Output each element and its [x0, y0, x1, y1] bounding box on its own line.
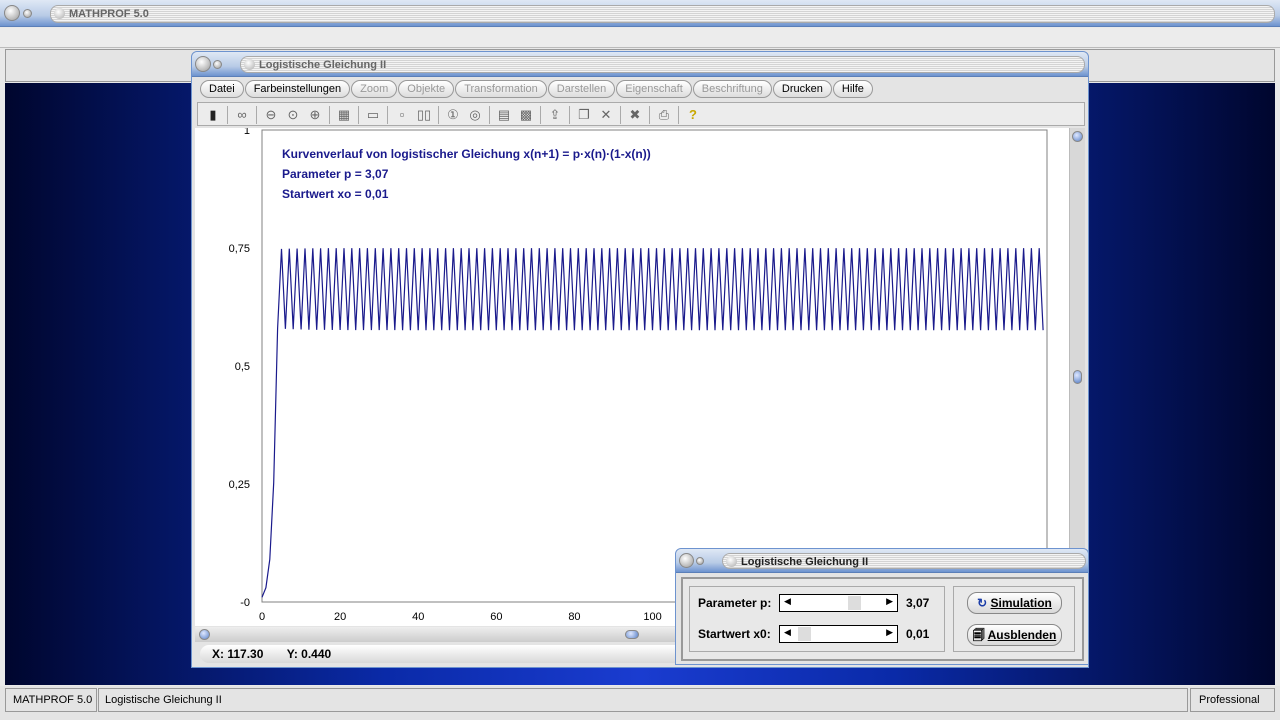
status-document: Logistische Gleichung II — [98, 688, 1188, 712]
copy-icon[interactable]: ❐ — [573, 105, 595, 125]
slider-thumb[interactable] — [848, 596, 861, 610]
y-tick-label: 1 — [244, 128, 250, 137]
annotation-title: Kurvenverlauf von logistischer Gleichung… — [282, 147, 651, 161]
statusbar: MATHPROF 5.0 Logistische Gleichung II Pr… — [0, 686, 1280, 720]
x-tick-label: 0 — [259, 611, 265, 623]
window-control-icon[interactable] — [23, 9, 32, 18]
menu-datei[interactable]: Datei — [200, 80, 244, 98]
menu-objekte[interactable]: Objekte — [398, 80, 455, 98]
y-tick-label: 0,75 — [229, 243, 250, 255]
arrow-right-icon[interactable]: ▶ — [886, 627, 893, 638]
dialog-title: Logistische Gleichung II — [723, 554, 1085, 570]
logistic-curve — [261, 248, 1044, 598]
status-edition: Professional — [1190, 688, 1275, 712]
app-menubar — [0, 28, 1280, 48]
x-tick-label: 40 — [412, 611, 424, 623]
y-tick-label: -0 — [240, 597, 250, 609]
window-icon[interactable]: ▮ — [202, 105, 224, 125]
app-title: MATHPROF 5.0 — [51, 6, 1274, 22]
properties-icon[interactable]: ▦ — [333, 105, 355, 125]
parameter-slider[interactable]: ◀ ▶ — [779, 594, 898, 612]
x-tick-label: 80 — [568, 611, 580, 623]
menu-beschriftung[interactable]: Beschriftung — [692, 80, 772, 98]
parameter-value: 3,07 — [906, 596, 930, 610]
scroll-left-icon[interactable] — [199, 629, 210, 640]
annotation-startvalue: Startwert xo = 0,01 — [282, 187, 389, 201]
x-coordinate: X: 117.30 — [212, 647, 264, 661]
menu-drucken[interactable]: Drucken — [772, 80, 832, 98]
annotation-parameter: Parameter p = 3,07 — [282, 167, 389, 181]
parameter-label: Parameter p: — [698, 596, 772, 610]
zoom-out-icon[interactable]: ⊖ — [260, 105, 282, 125]
status-app: MATHPROF 5.0 — [5, 688, 97, 712]
window-menubar: Datei Farbeinstellungen Zoom Objekte Transfo… — [200, 80, 1080, 100]
startvalue-value: 0,01 — [906, 627, 930, 641]
arrow-left-icon[interactable]: ◀ — [784, 596, 791, 607]
menu-zoom[interactable]: Zoom — [351, 80, 398, 98]
app-titlebar: MATHPROF 5.0 — [0, 0, 1280, 27]
layout-icon[interactable]: ▭ — [362, 105, 384, 125]
window-toolbar: ▮ ∞ ⊖ ⊙ ⊕ ▦ ▭ ▫ ▯▯ ① ◎ ▤ ▩ ⇪ ❐ ✕ ✖ ⎙? — [197, 102, 1085, 126]
scroll-thumb[interactable] — [1073, 370, 1082, 384]
calculator-icon[interactable]: ▩ — [515, 105, 537, 125]
menu-transformation[interactable]: Transformation — [455, 80, 547, 98]
arrow-right-icon[interactable]: ▶ — [886, 596, 893, 607]
print-icon[interactable]: ⎙ — [653, 105, 675, 125]
window-control-icon[interactable] — [213, 60, 222, 69]
scroll-up-icon[interactable] — [1072, 131, 1083, 142]
zoom-in-icon[interactable]: ⊕ — [304, 105, 326, 125]
glasses-icon[interactable]: ∞ — [231, 104, 253, 124]
y-tick-label: 0,25 — [229, 479, 250, 491]
window-control-icon[interactable] — [696, 557, 704, 565]
menu-hilfe[interactable]: Hilfe — [832, 80, 873, 98]
window-control-icon[interactable] — [195, 56, 211, 72]
grid-icon[interactable]: ▯▯ — [413, 105, 435, 125]
circle-2-icon[interactable]: ◎ — [464, 105, 486, 125]
menu-eigenschaft[interactable]: Eigenschaft — [616, 80, 692, 98]
table-icon[interactable]: ▤ — [493, 105, 515, 125]
point-icon[interactable]: ▫ — [391, 104, 413, 124]
window-title: Logistische Gleichung II — [241, 57, 1084, 73]
window-control-icon[interactable] — [679, 553, 694, 568]
menu-farbeinstellungen[interactable]: Farbeinstellungen — [244, 80, 351, 98]
x-tick-label: 100 — [643, 611, 661, 623]
window-control-icon[interactable] — [4, 5, 20, 21]
slider-thumb[interactable] — [797, 627, 811, 641]
parameter-dialog: Logistische Gleichung II Parameter p: ◀ … — [675, 548, 1089, 665]
y-coordinate: Y: 0.440 — [286, 647, 332, 661]
hide-button[interactable]: 🗐 Ausblenden — [967, 624, 1062, 646]
cross-icon[interactable]: ✕ — [595, 105, 617, 125]
startvalue-label: Startwert x0: — [698, 627, 771, 641]
zoom-reset-icon[interactable]: ⊙ — [282, 105, 304, 125]
scroll-thumb[interactable] — [625, 630, 639, 639]
menu-darstellen[interactable]: Darstellen — [547, 80, 616, 98]
y-tick-label: 0,5 — [235, 361, 250, 373]
simulation-button[interactable]: ↻ Simulation — [967, 592, 1062, 614]
startvalue-slider[interactable]: ◀ ▶ — [779, 625, 898, 643]
circle-1-icon[interactable]: ① — [442, 105, 464, 125]
arrow-left-icon[interactable]: ◀ — [784, 627, 791, 638]
export-icon[interactable]: ⇪ — [544, 105, 566, 125]
x-tick-label: 60 — [490, 611, 502, 623]
refresh-icon: ↻ — [977, 596, 988, 610]
x-tick-label: 20 — [334, 611, 346, 623]
cross-double-icon[interactable]: ✖ — [624, 105, 646, 125]
help-icon[interactable]: ? — [682, 104, 704, 124]
hide-icon: 🗐 — [972, 628, 985, 642]
